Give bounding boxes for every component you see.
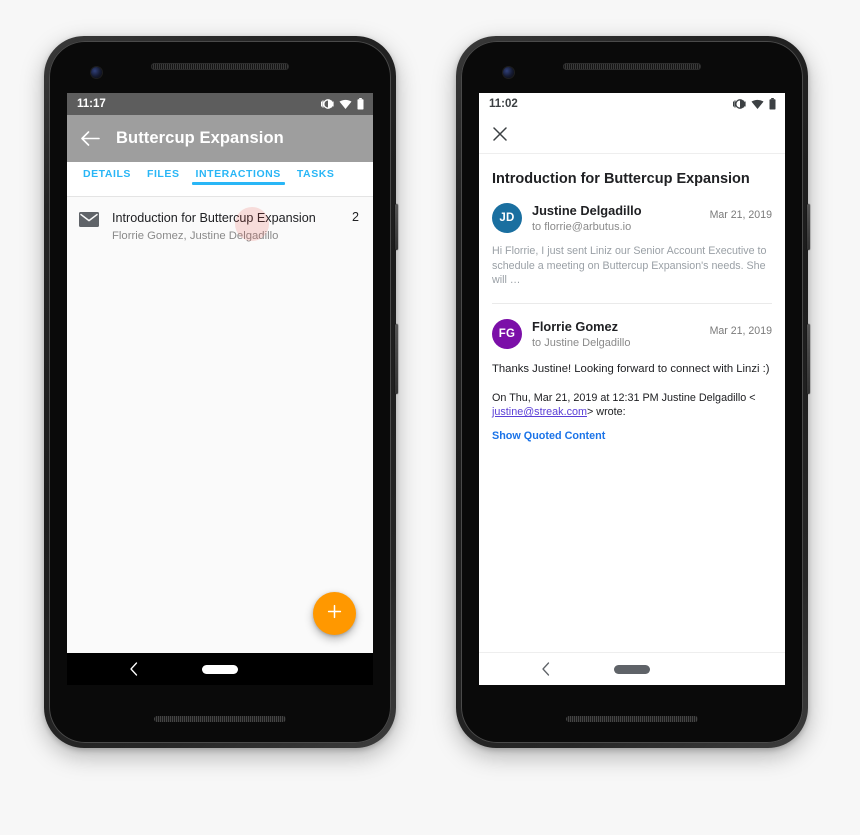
show-quoted-content-button[interactable]: Show Quoted Content xyxy=(492,420,772,442)
tab-active-indicator xyxy=(191,182,285,185)
nav-back-icon[interactable] xyxy=(129,662,139,676)
wifi-icon xyxy=(339,99,352,110)
quoted-header-prefix: On Thu, Mar 21, 2019 at 12:31 PM Justine… xyxy=(492,391,756,404)
phone-bezel-left: 11:17 Buttercup Expansion DETAILS FILES … xyxy=(49,41,391,743)
tab-interactions[interactable]: INTERACTIONS xyxy=(188,162,289,185)
interactions-list: Introduction for Buttercup Expansion Flo… xyxy=(67,197,373,653)
avatar: FG xyxy=(492,318,522,349)
tab-tasks[interactable]: TASKS xyxy=(289,162,343,180)
screen-left: 11:17 Buttercup Expansion DETAILS FILES … xyxy=(67,93,373,685)
avatar: JD xyxy=(492,203,522,233)
thread-scroll-area[interactable]: Introduction for Buttercup Expansion JD … xyxy=(479,154,785,652)
close-icon[interactable] xyxy=(492,126,508,142)
tab-files-label: FILES xyxy=(147,168,180,180)
tab-bar: DETAILS FILES INTERACTIONS TASKS xyxy=(67,162,373,196)
volume-button-left[interactable] xyxy=(395,324,398,394)
list-item-count: 2 xyxy=(351,210,359,224)
vibrate-icon xyxy=(321,98,334,110)
screen-right: 11:02 Introduction for Buttercup Expansi… xyxy=(479,93,785,685)
status-bar-right: 11:02 xyxy=(479,93,785,115)
tab-interactions-label: INTERACTIONS xyxy=(195,168,281,180)
quoted-header-suffix: > wrote: xyxy=(586,406,626,418)
list-item-subject: Introduction for Buttercup Expansion xyxy=(112,211,316,225)
message-date: Mar 21, 2019 xyxy=(709,324,772,337)
power-button-left[interactable] xyxy=(395,204,398,250)
tab-details-label: DETAILS xyxy=(83,168,131,180)
envelope-icon xyxy=(79,210,99,227)
earpiece-speaker-icon xyxy=(563,63,701,70)
message-snippet: Hi Florrie, I just sent Liniz our Senior… xyxy=(492,245,767,286)
home-pill-icon[interactable] xyxy=(614,664,650,674)
quoted-header: On Thu, Mar 21, 2019 at 12:31 PM Justine… xyxy=(492,377,772,420)
status-bar-time: 11:02 xyxy=(489,98,518,110)
quoted-email-link[interactable]: justine@streak.com xyxy=(492,406,587,418)
back-arrow-icon[interactable] xyxy=(81,131,100,146)
battery-icon xyxy=(769,98,776,110)
bottom-speaker-icon xyxy=(154,716,286,722)
front-camera-icon xyxy=(503,67,514,78)
nav-back-icon[interactable] xyxy=(541,662,551,676)
home-pill-icon[interactable] xyxy=(202,664,238,674)
message-sender: Florrie Gomez xyxy=(532,318,619,334)
add-interaction-fab[interactable] xyxy=(313,592,356,635)
status-bar-time: 11:17 xyxy=(77,98,106,110)
front-camera-icon xyxy=(91,67,102,78)
message-body: Thanks Justine! Looking forward to conne… xyxy=(492,362,770,375)
message-sender: Justine Delgadillo xyxy=(532,203,642,218)
phone-bezel-right: 11:02 Introduction for Buttercup Expansi… xyxy=(461,41,803,743)
battery-icon xyxy=(357,98,364,110)
plus-icon xyxy=(327,604,342,624)
message-collapsed[interactable]: JD Justine Delgadillo to florrie@arbutus… xyxy=(479,199,785,304)
list-item-people: Florrie Gomez, Justine Delgadillo xyxy=(112,230,279,242)
earpiece-speaker-icon xyxy=(151,63,289,70)
thread-toolbar xyxy=(479,115,785,154)
nav-bar-right xyxy=(479,652,785,685)
message-recipient: to florrie@arbutus.io xyxy=(532,221,632,233)
volume-button-right[interactable] xyxy=(807,324,810,394)
thread-title: Introduction for Buttercup Expansion xyxy=(492,171,750,187)
nav-bar-left xyxy=(67,653,373,685)
tab-files[interactable]: FILES xyxy=(139,162,188,180)
tab-tasks-label: TASKS xyxy=(296,168,335,180)
message-expanded[interactable]: FG Florrie Gomez to Justine Delgadillo M… xyxy=(479,304,785,442)
wifi-icon xyxy=(751,99,764,110)
power-button-right[interactable] xyxy=(807,204,810,250)
status-bar-left: 11:17 xyxy=(67,93,373,115)
phone-device-right: 11:02 Introduction for Buttercup Expansi… xyxy=(456,36,810,748)
tab-details[interactable]: DETAILS xyxy=(75,162,139,180)
message-date: Mar 21, 2019 xyxy=(709,209,772,221)
page-title: Buttercup Expansion xyxy=(116,129,284,147)
message-recipient: to Justine Delgadillo xyxy=(532,336,631,349)
vibrate-icon xyxy=(733,98,746,110)
bottom-speaker-icon xyxy=(566,716,698,722)
phone-device-left: 11:17 Buttercup Expansion DETAILS FILES … xyxy=(44,36,398,748)
list-item[interactable]: Introduction for Buttercup Expansion Flo… xyxy=(67,197,373,257)
app-bar-left: Buttercup Expansion xyxy=(67,115,373,162)
